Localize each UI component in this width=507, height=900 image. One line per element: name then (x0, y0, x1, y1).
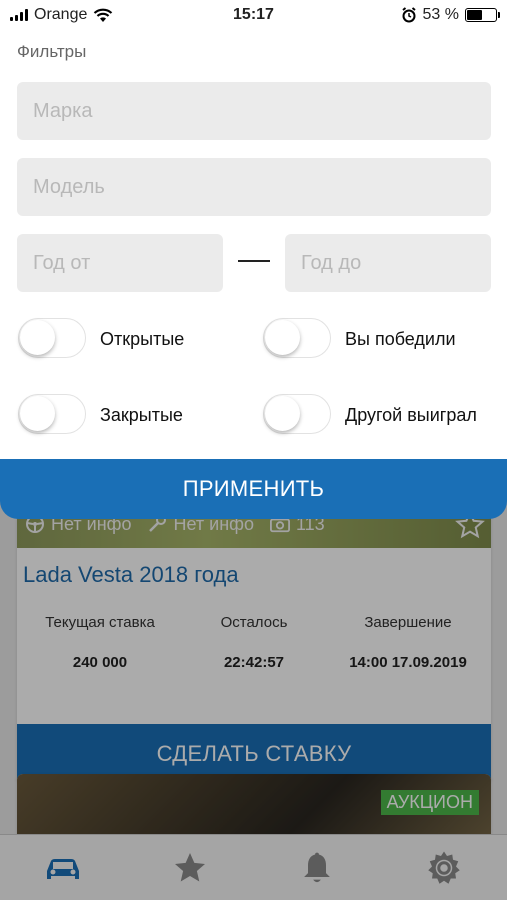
open-toggle[interactable] (18, 318, 86, 358)
closed-toggle-label: Закрытые (100, 405, 183, 425)
other-won-toggle-label: Другой выиграл (345, 405, 477, 425)
won-toggle[interactable] (263, 318, 331, 358)
toggle-knob (20, 396, 55, 431)
alarm-icon (401, 7, 416, 23)
battery-percent: 53 % (422, 6, 459, 23)
open-toggle-label: Открытые (100, 329, 185, 349)
wifi-icon (94, 8, 113, 22)
filters-title: Фильтры (17, 42, 87, 61)
signal-icon (10, 9, 28, 21)
other-won-toggle[interactable] (263, 394, 331, 434)
status-right: 53 % (327, 6, 500, 24)
won-toggle-label: Вы победили (345, 329, 456, 349)
status-bar: Orange 15:17 53 % (0, 0, 507, 30)
battery-icon (465, 8, 500, 22)
model-input[interactable] (17, 158, 491, 216)
toggle-knob (265, 396, 300, 431)
apply-button[interactable]: ПРИМЕНИТЬ (0, 459, 507, 519)
year-from-input[interactable] (17, 234, 223, 292)
closed-toggle[interactable] (18, 394, 86, 434)
toggle-knob (265, 320, 300, 355)
status-left: Orange (10, 6, 180, 24)
carrier-label: Orange (34, 6, 88, 23)
year-range-dash (238, 260, 270, 262)
clock: 15:17 (233, 6, 274, 23)
year-to-input[interactable] (285, 234, 491, 292)
filter-sheet: Фильтры Открытые Вы победили Закрытые Др… (0, 30, 507, 460)
toggle-knob (20, 320, 55, 355)
make-input[interactable] (17, 82, 491, 140)
